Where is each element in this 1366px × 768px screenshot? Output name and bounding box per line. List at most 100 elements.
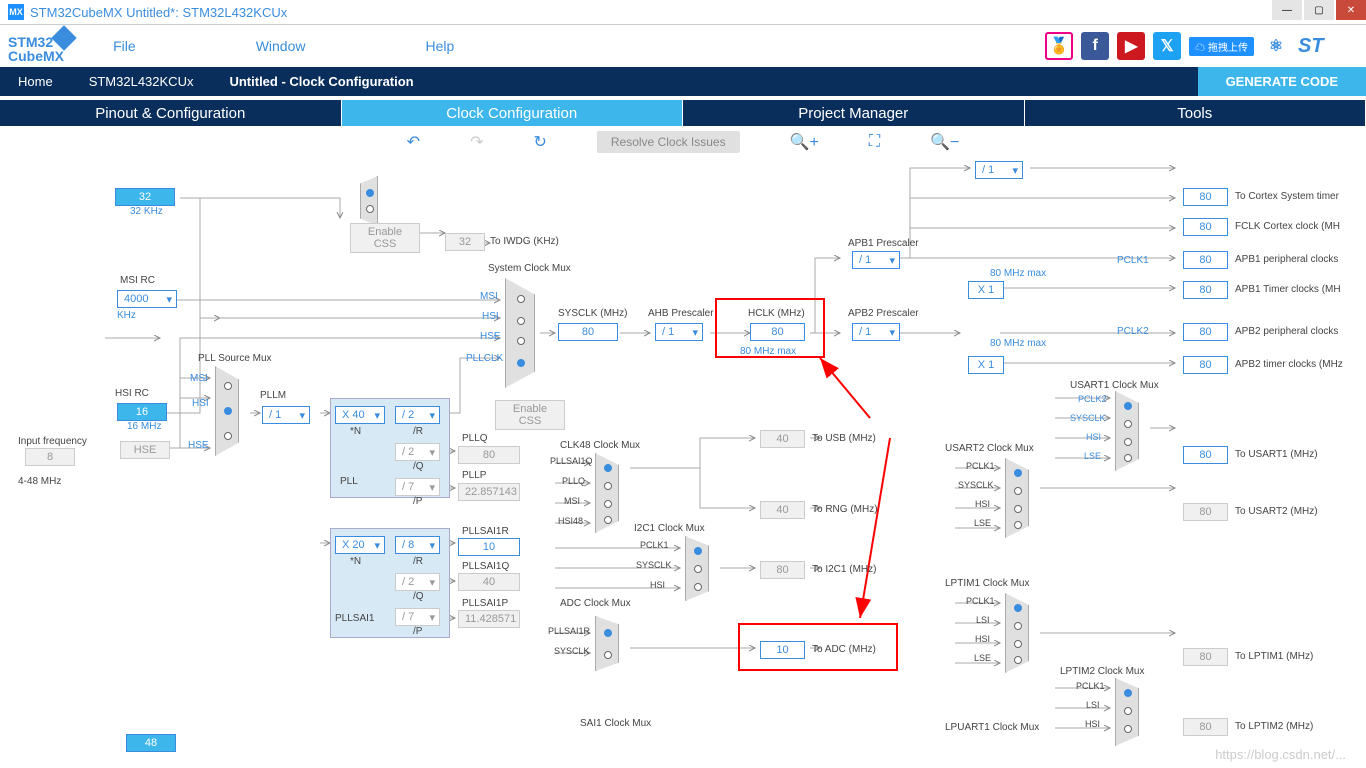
lbl-16mhz: 16 MHz [127,421,161,432]
lbl-pclk1: PCLK1 [1117,255,1149,266]
sel-apb2[interactable]: / 1 [852,323,900,341]
lbl-pllsai1: PLLSAI1 [335,613,374,624]
lbl-pllsrcmux: PLL Source Mux [198,353,272,364]
mux-adc[interactable] [595,616,619,671]
mux-lptim1[interactable] [1005,593,1029,673]
lbl-pllq2: PLLQ [462,433,488,444]
fullscreen-icon[interactable]: ⛶ [869,133,880,151]
out-apb2p: 80 [1183,323,1228,341]
sel-pllq[interactable]: / 2 [395,443,440,461]
sel-pllr[interactable]: / 2 [395,406,440,424]
twitter-icon[interactable]: 𝕏 [1153,32,1181,60]
lbl-pllsai1p: PLLSAI1P [462,598,508,609]
crumb-chip[interactable]: STM32L432KCUx [71,67,212,96]
mux-sysclock[interactable] [505,278,535,388]
lbl-usb: To USB (MHz) [812,433,876,444]
upload-badge[interactable]: ☁ 拖拽上传 [1189,37,1254,56]
sel-pllsaip[interactable]: / 7 [395,608,440,626]
resolve-button[interactable]: Resolve Clock Issues [597,131,740,153]
lbl-pllclk: PLLCLK [466,353,503,364]
close-button[interactable]: ✕ [1336,0,1366,20]
sel-pllsair[interactable]: / 8 [395,536,440,554]
lbl-sysclk: SYSCLK (MHz) [558,308,627,319]
usb-value: 40 [760,430,805,448]
menu-window[interactable]: Window [256,38,306,54]
lbl-lptim2: To LPTIM2 (MHz) [1235,721,1313,732]
zoom-in-icon[interactable]: 🔍+ [790,132,819,152]
badge-icon[interactable]: 🏅 [1045,32,1073,60]
menu-help[interactable]: Help [425,38,454,54]
sel-pllp[interactable]: / 7 [395,478,440,496]
redo-icon[interactable]: ↷ [470,132,483,152]
sel-pllsaiq[interactable]: / 2 [395,573,440,591]
window-title: STM32CubeMX Untitled*: STM32L432KCUx [30,5,287,20]
minimize-button[interactable]: — [1272,0,1302,20]
share-icon[interactable]: ⚛ [1262,32,1290,60]
tab-clock[interactable]: Clock Configuration [342,100,684,126]
usart1-value[interactable]: 80 [1183,446,1228,464]
lbl-fclk: FCLK Cortex clock (MH [1235,221,1340,232]
lbl-lsi-lp1: LSI [976,615,990,625]
crumb-page[interactable]: Untitled - Clock Configuration [211,67,431,96]
zoom-out-icon[interactable]: 🔍− [930,132,959,152]
out-cortex: 80 [1183,188,1228,206]
menubar: File Window Help [113,38,454,54]
mux-i2c1[interactable] [685,536,709,601]
generate-code-button[interactable]: GENERATE CODE [1198,67,1366,96]
lbl-plln: *N [350,426,361,437]
undo-icon[interactable]: ↶ [407,132,420,152]
refresh-icon[interactable]: ↻ [533,132,546,152]
youtube-icon[interactable]: ▶ [1117,32,1145,60]
box-32khz: 32 [115,188,175,206]
lbl-rng: To RNG (MHz) [812,504,878,515]
mux-usart2[interactable] [1005,458,1029,538]
sel-div1top[interactable]: / 1 [975,161,1023,179]
facebook-icon[interactable]: f [1081,32,1109,60]
hse-box[interactable]: HSE [120,441,170,459]
mux-pllsrc[interactable] [215,366,239,456]
lbl-pllr: /R [413,426,423,437]
tab-project-manager[interactable]: Project Manager [683,100,1025,126]
maximize-button[interactable]: ▢ [1304,0,1334,20]
menu-file[interactable]: File [113,38,136,54]
lptim2-value: 80 [1183,718,1228,736]
sysclk-value[interactable]: 80 [558,323,618,341]
lbl-pclk1-lp1: PCLK1 [966,596,995,606]
lbl-pllsain: *N [350,556,361,567]
input-freq-value[interactable]: 8 [25,448,75,466]
mux-iwdg[interactable] [360,176,378,226]
pllsai1p-value: 11.428571 [458,610,520,628]
tab-tools[interactable]: Tools [1025,100,1366,126]
tabs: Pinout & Configuration Clock Configurati… [0,96,1366,126]
lbl-pllsaip: /P [413,626,422,637]
crumb-home[interactable]: Home [0,67,71,96]
sel-pllsain[interactable]: X 20 [335,536,385,554]
mux-clk48[interactable] [595,453,619,533]
sel-apb1[interactable]: / 1 [852,251,900,269]
lbl-32khz: 32 KHz [130,206,163,217]
lbl-adcmux: ADC Clock Mux [560,598,631,609]
adc-value[interactable]: 10 [760,641,805,659]
clock-diagram[interactable]: 32 32 KHz Enable CSS 32 To IWDG (KHz) MS… [0,158,1366,768]
lbl-hse: HSE [480,331,501,342]
msi-value[interactable]: 4000 [117,290,177,308]
enable-css1[interactable]: Enable CSS [350,223,420,253]
sel-pllm[interactable]: / 1 [262,406,310,424]
logo-line2: CubeMX [8,48,64,64]
hclk-value[interactable]: 80 [750,323,805,341]
lbl-i2c1mux: I2C1 Clock Mux [634,523,705,534]
lbl-msi2: MSI [190,373,208,384]
pllq-value: 80 [458,446,520,464]
lbl-inputfreq: Input frequency [18,436,87,447]
lbl-pclk2-u1: PCLK2 [1078,394,1107,404]
box-48: 48 [126,734,176,752]
i2c-value: 80 [760,561,805,579]
mux-lptim2[interactable] [1115,678,1139,746]
sel-ahb[interactable]: / 1 [655,323,703,341]
lbl-i2c: To I2C1 (MHz) [812,564,876,575]
tab-pinout[interactable]: Pinout & Configuration [0,100,342,126]
sel-plln[interactable]: X 40 [335,406,385,424]
mux-usart1[interactable] [1115,391,1139,471]
enable-css2[interactable]: Enable CSS [495,400,565,430]
social-icons: 🏅 f ▶ 𝕏 ☁ 拖拽上传 ⚛ ST [1045,30,1358,62]
